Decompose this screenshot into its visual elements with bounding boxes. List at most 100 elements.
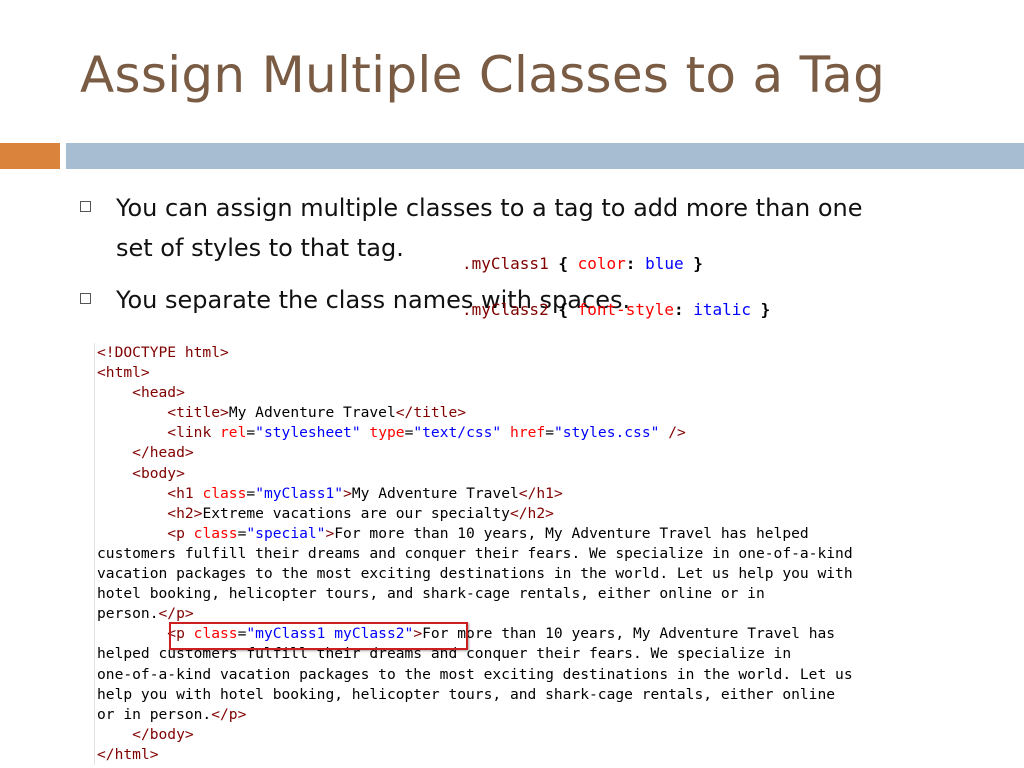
- bullet-text-line: You can assign multiple classes to a tag…: [116, 194, 863, 222]
- code-line: <head>: [95, 383, 965, 403]
- code-line: <h2>Extreme vacations are our specialty<…: [95, 504, 965, 524]
- code-tag: </h1>: [518, 484, 563, 502]
- code-tag: </title>: [395, 404, 467, 422]
- accent-bar-orange: [0, 143, 60, 169]
- code-tag: <link: [167, 424, 221, 442]
- code-tag: >: [343, 484, 352, 502]
- code-line: helped customers fulfill their dreams an…: [95, 644, 965, 664]
- code-line: <!DOCTYPE html>: [95, 343, 965, 363]
- css-colon: :: [625, 254, 636, 273]
- code-tag: <p: [167, 524, 194, 542]
- code-tag: <html>: [97, 364, 150, 382]
- css-brace: }: [760, 300, 771, 319]
- code-tag: <body>: [132, 464, 185, 482]
- code-attr-name: type: [369, 424, 405, 442]
- code-text: =: [545, 424, 554, 442]
- code-attr-value: "myClass1": [255, 484, 344, 502]
- code-tag: <h2>: [167, 504, 203, 522]
- code-text: helped customers fulfill their dreams an…: [97, 645, 792, 663]
- code-text: person.: [97, 605, 159, 623]
- code-text: customers fulfill their dreams and conqu…: [97, 544, 853, 562]
- code-line: vacation packages to the most exciting d…: [95, 564, 965, 584]
- code-text: For more than 10 years, My Adventure Tra…: [334, 524, 809, 542]
- code-line: person.</p>: [95, 604, 965, 624]
- code-tag: </p>: [211, 705, 247, 723]
- code-text: or in person.: [97, 705, 212, 723]
- code-attr-name: rel: [220, 424, 247, 442]
- bullet-text-line: set of styles to that tag.: [116, 234, 404, 262]
- code-attr-value: "special": [246, 524, 326, 542]
- code-line: </html>: [95, 745, 965, 765]
- code-tag: </body>: [132, 725, 194, 743]
- code-tag: <!DOCTYPE html>: [97, 344, 229, 361]
- code-tag: <h1: [167, 484, 203, 502]
- code-tag: </p>: [158, 605, 194, 623]
- code-attr-name: href: [510, 424, 546, 442]
- code-tag: >: [325, 524, 335, 542]
- code-line: <h1 class="myClass1">My Adventure Travel…: [95, 484, 965, 504]
- code-line: or in person.</p>: [95, 705, 965, 725]
- code-attr-value: "myClass1 myClass2": [246, 625, 414, 643]
- css-colon: :: [673, 300, 684, 319]
- css-brace: }: [693, 254, 703, 273]
- code-text: one-of-a-kind vacation packages to the m…: [97, 665, 853, 683]
- code-tag: <p: [167, 625, 194, 643]
- code-line: <title>My Adventure Travel</title>: [95, 403, 965, 423]
- code-text: My Adventure Travel: [228, 404, 396, 422]
- css-rule: .myClass2 { font-style: italic }: [462, 298, 770, 321]
- code-line: hotel booking, helicopter tours, and sha…: [95, 584, 965, 604]
- code-text: help you with hotel booking, helicopter …: [97, 685, 836, 703]
- slide-title: Assign Multiple Classes to a Tag: [80, 46, 886, 104]
- code-attr-value: "stylesheet": [255, 424, 361, 442]
- accent-bar-blue: [66, 143, 1024, 169]
- code-line: help you with hotel booking, helicopter …: [95, 685, 965, 705]
- code-attr-value: "styles.css": [553, 424, 660, 442]
- code-line: one-of-a-kind vacation packages to the m…: [95, 665, 965, 685]
- css-property: color: [577, 254, 626, 273]
- code-text: =: [246, 424, 256, 442]
- css-value: blue: [645, 254, 684, 273]
- code-tag: />: [668, 424, 686, 442]
- css-snippet: .myClass1 { color: blue } .myClass2 { fo…: [462, 229, 770, 344]
- html-code-screenshot: <!DOCTYPE html> <html> <head> <title>My A…: [94, 343, 965, 765]
- code-attr-name: class: [202, 484, 247, 502]
- css-brace: {: [558, 300, 568, 319]
- square-bullet-icon: [80, 293, 91, 304]
- code-attr-name: class: [193, 524, 238, 542]
- code-line: <body>: [95, 464, 965, 484]
- code-tag: </head>: [132, 444, 194, 462]
- code-tag: <head>: [132, 384, 185, 402]
- css-brace: {: [558, 254, 568, 273]
- square-bullet-icon: [80, 201, 91, 212]
- code-text: Extreme vacations are our specialty: [202, 504, 510, 522]
- code-text: My Adventure Travel: [351, 484, 519, 502]
- code-line: <p class="special">For more than 10 year…: [95, 524, 965, 544]
- code-text: =: [246, 484, 256, 502]
- code-attr-name: class: [193, 625, 238, 643]
- code-attr-value: "text/css": [413, 424, 502, 442]
- code-text: hotel booking, helicopter tours, and sha…: [97, 585, 765, 603]
- css-property: font-style: [577, 300, 674, 319]
- code-tag: </h2>: [509, 504, 554, 522]
- code-line: <p class="myClass1 myClass2">For more th…: [95, 624, 965, 644]
- code-line: <link rel="stylesheet" type="text/css" h…: [95, 423, 965, 443]
- code-line: </body>: [95, 725, 965, 745]
- code-text: vacation packages to the most exciting d…: [97, 565, 853, 583]
- code-tag: </html>: [97, 745, 159, 763]
- code-tag: >: [413, 625, 423, 643]
- code-text: For more than 10 years, My Adventure Tra…: [422, 625, 836, 643]
- code-line: </head>: [95, 443, 965, 463]
- css-rule: .myClass1 { color: blue }: [462, 252, 770, 275]
- css-selector: .myClass1: [462, 254, 549, 273]
